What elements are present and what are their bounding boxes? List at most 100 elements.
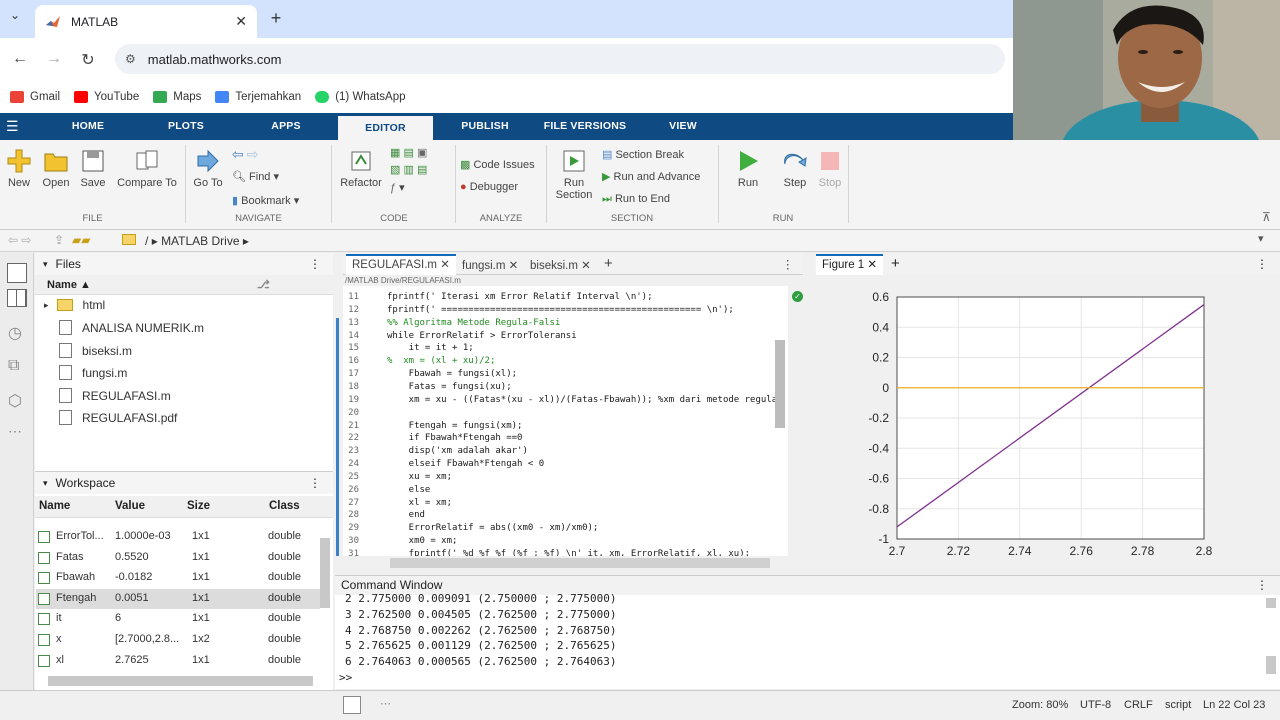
close-figure-icon[interactable]: ✕ [867, 259, 877, 271]
bookmark-youtube[interactable]: YouTube [74, 90, 139, 103]
save-button[interactable]: Save [78, 148, 108, 189]
forward-icon[interactable]: → [44, 50, 64, 68]
workspace-hscrollbar[interactable] [48, 676, 313, 686]
status-icon[interactable] [343, 696, 361, 714]
cmd-scroll-up[interactable] [1266, 598, 1276, 608]
path-drive[interactable]: MATLAB Drive [161, 234, 239, 248]
editor-tab-regulafasi[interactable]: REGULAFASI.m ✕ [346, 254, 456, 275]
files-panel-icon[interactable] [7, 263, 27, 283]
tab-home[interactable]: HOME [58, 113, 118, 140]
reload-icon[interactable]: ↻ [78, 50, 98, 70]
tab-apps[interactable]: APPS [260, 113, 312, 140]
editor-hscrollbar[interactable] [390, 558, 770, 568]
close-tab-icon[interactable]: ✕ [440, 259, 450, 271]
wrap-icon[interactable]: ▣ [417, 147, 427, 159]
add-ons-icon[interactable]: ⧉ [8, 357, 19, 375]
packages-icon[interactable]: ⬡ [8, 391, 22, 411]
refactor-button[interactable]: Refactor [338, 148, 384, 189]
path-breadcrumb[interactable]: / ▸ MATLAB Drive ▸ [145, 234, 249, 248]
close-tab-icon[interactable]: ✕ [581, 260, 591, 272]
collapse-ribbon-icon[interactable]: ⊼ [1262, 210, 1271, 224]
file-item[interactable]: REGULAFASI.m [59, 388, 171, 403]
compare-button[interactable]: Compare To [114, 148, 180, 189]
git-icon[interactable]: ⎇ [257, 275, 270, 295]
file-item[interactable]: biseksi.m [59, 343, 132, 358]
debugger-button[interactable]: ● Debugger [460, 181, 544, 193]
code-editor[interactable]: 11 fprintf(' Iterasi xm Error Relatif Int… [343, 286, 788, 556]
step-button[interactable]: Step [778, 148, 812, 189]
menu-icon[interactable]: ☰ [6, 118, 19, 135]
bookmark-whatsapp[interactable]: (1) WhatsApp [315, 90, 406, 103]
close-tab-icon[interactable]: ✕ [235, 13, 247, 30]
workspace-row[interactable]: x [2.7000,2.8... 1x2 double [36, 630, 320, 650]
new-tab-button[interactable]: + [266, 8, 286, 28]
files-column-header[interactable]: Name ▲ ⎇ [35, 275, 333, 295]
workspace-row[interactable]: xl 2.7625 1x1 double [36, 651, 320, 671]
files-options-icon[interactable]: ⋮ [309, 257, 321, 271]
file-item[interactable]: REGULAFASI.pdf [59, 410, 177, 425]
tab-publish[interactable]: PUBLISH [455, 113, 515, 140]
goto-button[interactable]: Go To [190, 148, 226, 189]
status-more-icon[interactable]: ⋯ [380, 697, 391, 710]
up-folder-icon[interactable]: ⇪ [54, 233, 64, 247]
smart-indent-icon[interactable]: ▥ [403, 164, 413, 176]
workspace-row[interactable]: it 6 1x1 double [36, 609, 320, 629]
tab-search-icon[interactable]: ⌄ [10, 8, 20, 22]
file-item[interactable]: ▸ html [44, 298, 105, 312]
collapse-workspace-icon[interactable]: ▾ [43, 478, 48, 489]
section-break-button[interactable]: ▤ Section Break [602, 148, 712, 161]
stop-button[interactable]: Stop [815, 148, 845, 189]
indent-icon[interactable]: ▤ [403, 147, 413, 159]
tab-view[interactable]: VIEW [660, 113, 706, 140]
tab-editor[interactable]: EDITOR [338, 116, 433, 140]
file-item[interactable]: fungsi.m [59, 365, 127, 380]
tab-file-versions[interactable]: FILE VERSIONS [540, 113, 630, 140]
workspace-row[interactable]: Ftengah 0.0051 1x1 double [36, 588, 320, 609]
workspace-options-icon[interactable]: ⋮ [309, 476, 321, 490]
back-icon[interactable]: ← [10, 50, 30, 68]
forward-arrow-icon[interactable]: ⇨ [247, 146, 259, 162]
workspace-column-header[interactable]: Name Value Size Class [35, 496, 333, 518]
tab-plots[interactable]: PLOTS [160, 113, 212, 140]
figure-plot[interactable]: 2.7 2.72 2.74 2.76 2.78 2.8 0.6 0.4 0.2 0 -0.2 -0.4… [815, 275, 1280, 572]
site-info-icon[interactable]: ⚙ [125, 52, 136, 66]
run-end-button[interactable]: ⏭ Run to End [602, 193, 712, 206]
more-icon[interactable]: ⋯ [8, 423, 22, 440]
editor-tab-biseksi[interactable]: biseksi.m ✕ [530, 258, 591, 276]
editor-tab-fungsi[interactable]: fungsi.m ✕ [462, 258, 518, 276]
code-issues-button[interactable]: ▩ Code Issues [460, 158, 544, 171]
file-item[interactable]: ANALISA NUMERIK.m [59, 320, 204, 335]
comment-icon[interactable]: ▦ [390, 147, 400, 159]
figure-options-icon[interactable]: ⋮ [1256, 257, 1268, 271]
browser-tab[interactable]: MATLAB ✕ [35, 5, 257, 38]
bookmark-button[interactable]: ▮ Bookmark ▾ [232, 194, 328, 207]
run-section-button[interactable]: Run Section [552, 148, 596, 201]
new-editor-tab-icon[interactable]: + [604, 255, 613, 273]
bookmark-gmail[interactable]: Gmail [10, 90, 60, 103]
open-button[interactable]: Open [40, 148, 72, 189]
bookmark-translate[interactable]: Terjemahkan [215, 90, 301, 103]
new-button[interactable]: New [4, 148, 34, 189]
path-back-forward-icons[interactable]: ⇦ ⇨ [8, 233, 31, 247]
collapse-files-icon[interactable]: ▾ [43, 259, 48, 270]
workspace-scrollbar[interactable] [320, 538, 330, 608]
cmd-scrollbar[interactable] [1266, 656, 1276, 674]
run-button[interactable]: Run [730, 148, 766, 189]
nav-arrows[interactable]: ⇦ ⇨ [232, 146, 272, 163]
expand-icon[interactable]: ▸ [44, 300, 49, 311]
close-tab-icon[interactable]: ✕ [509, 260, 519, 272]
url-field[interactable]: ⚙ matlab.mathworks.com [115, 44, 1005, 74]
fx-icon[interactable]: ƒ [390, 182, 396, 194]
find-button[interactable]: 🔍︎ Find ▾ [232, 170, 302, 183]
new-figure-tab-icon[interactable]: + [891, 255, 900, 272]
code-tools-icons[interactable]: ▦ ▤ ▣ ▧ ▥ ▤ ƒ ▾ [390, 146, 454, 194]
workspace-row[interactable]: Fatas 0.5520 1x1 double [36, 548, 320, 568]
uncomment-icon[interactable]: ▧ [390, 164, 400, 176]
command-options-icon[interactable]: ⋮ [1256, 576, 1268, 594]
browse-folder-icon[interactable]: ▰▰ [72, 233, 90, 247]
bookmark-maps[interactable]: Maps [153, 90, 201, 103]
command-prompt[interactable]: >> [339, 671, 352, 684]
command-window[interactable]: 2 2.775000 0.009091 (2.750000 ; 2.775000… [335, 592, 1280, 689]
figure-tab[interactable]: Figure 1 ✕ [816, 254, 884, 275]
editor-scrollbar[interactable] [775, 340, 785, 428]
